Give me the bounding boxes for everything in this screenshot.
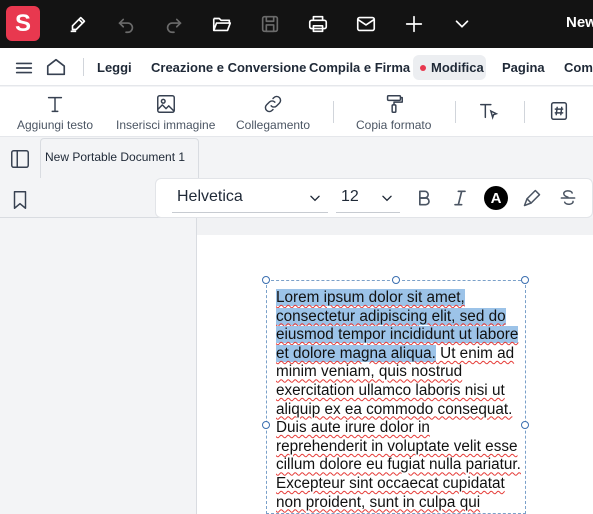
hamburger-menu-icon[interactable]	[13, 57, 35, 79]
undo-icon[interactable]	[114, 12, 138, 36]
text-select-button[interactable]	[478, 100, 500, 122]
toolbar-divider	[333, 101, 334, 123]
redo-icon[interactable]	[162, 12, 186, 36]
italic-button[interactable]	[448, 186, 472, 210]
text-box[interactable]: Lorem ipsum dolor sit amet, consectetur …	[266, 280, 526, 514]
home-icon[interactable]	[45, 56, 67, 78]
toolbar-divider	[455, 101, 456, 123]
body-text[interactable]: Ut enim ad minim veniam, quis nostrud ex…	[276, 345, 521, 513]
copy-format-button[interactable]: Copia formato	[356, 93, 431, 132]
font-family-select[interactable]: Helvetica	[172, 183, 328, 213]
chevron-down-icon[interactable]	[450, 12, 474, 36]
bold-icon	[419, 190, 430, 206]
link-icon	[264, 95, 282, 113]
menu-modifica[interactable]: Modifica	[420, 60, 484, 75]
menu-commenti[interactable]: Comm	[564, 60, 593, 75]
link-button[interactable]: Collegamento	[236, 93, 310, 132]
text-color-swatch: A	[484, 186, 508, 210]
image-icon	[156, 95, 175, 113]
toolbar-divider	[524, 101, 525, 123]
highlight-button[interactable]	[520, 186, 544, 210]
font-size-select[interactable]: 12	[336, 183, 400, 213]
hash-box-icon	[550, 102, 568, 120]
resize-handle-top[interactable]	[392, 276, 400, 284]
app-logo[interactable]: S	[6, 6, 40, 41]
print-icon[interactable]	[306, 12, 330, 36]
menu-leggi[interactable]: Leggi	[97, 60, 132, 75]
resize-handle-tl[interactable]	[262, 276, 270, 284]
resize-handle-left[interactable]	[262, 421, 270, 429]
plus-icon[interactable]	[402, 12, 426, 36]
panel-toggle-icon[interactable]	[9, 148, 31, 170]
chevron-down-icon	[382, 195, 392, 202]
resize-handle-tr[interactable]	[521, 276, 529, 284]
menu-divider	[83, 58, 84, 76]
save-icon[interactable]	[258, 12, 282, 36]
paragraph[interactable]: Lorem ipsum dolor sit amet, consectetur …	[276, 289, 524, 513]
highlighter-icon	[523, 189, 541, 207]
text-cursor-icon	[480, 103, 499, 120]
chevron-down-icon	[310, 195, 320, 202]
tab-document[interactable]: New Portable Document 1	[40, 138, 199, 178]
field-button[interactable]	[548, 100, 570, 122]
text-icon	[47, 96, 63, 113]
add-text-button[interactable]: Aggiungi testo	[17, 93, 93, 132]
italic-icon	[454, 190, 466, 206]
mail-icon[interactable]	[354, 12, 378, 36]
active-dot	[420, 64, 426, 71]
text-color-button[interactable]: A	[484, 186, 508, 210]
title-bar: S New	[0, 0, 593, 48]
document-title: New	[566, 14, 593, 31]
strikethrough-icon	[560, 190, 576, 205]
format-painter-icon	[386, 95, 403, 113]
insert-image-button[interactable]: Inserisci immagine	[116, 93, 215, 132]
strikethrough-button[interactable]	[556, 186, 580, 210]
menu-creazione[interactable]: Creazione e Conversione	[151, 60, 306, 75]
bookmark-icon[interactable]	[9, 189, 31, 211]
bold-button[interactable]	[412, 186, 436, 210]
resize-handle-right[interactable]	[521, 421, 529, 429]
pen-icon[interactable]	[66, 12, 90, 36]
menu-compila[interactable]: Compila e Firma	[309, 60, 410, 75]
folder-open-icon[interactable]	[210, 12, 234, 36]
menu-pagina[interactable]: Pagina	[502, 60, 545, 75]
